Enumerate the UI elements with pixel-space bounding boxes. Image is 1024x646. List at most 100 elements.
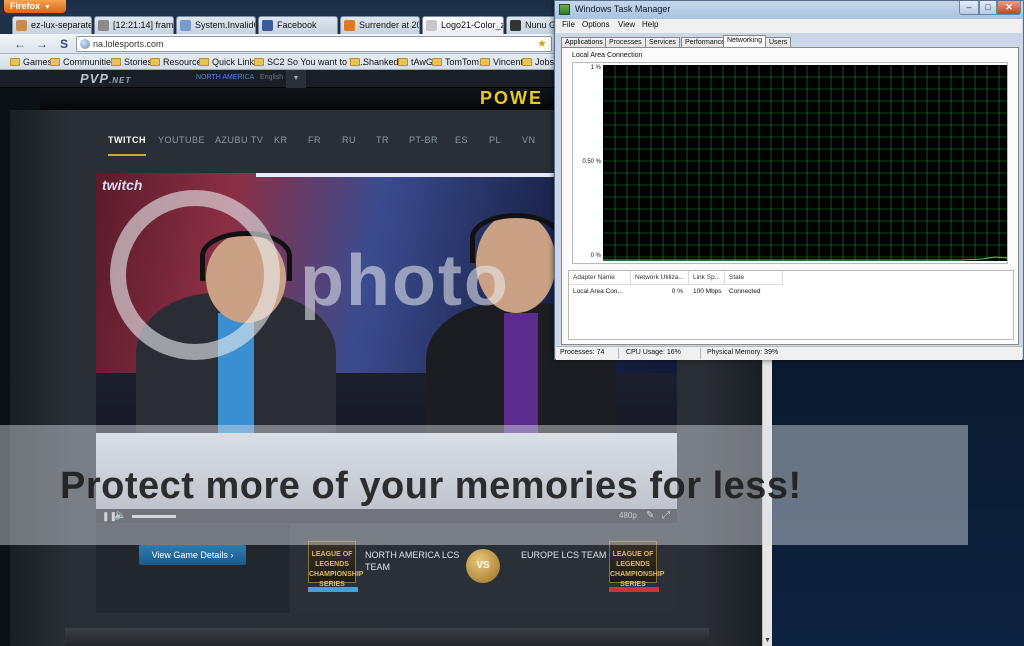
menu-options[interactable]: Options <box>582 20 610 29</box>
team-left-color-bar <box>308 587 358 592</box>
browser-tab[interactable]: Surrender at 20: [ ... <box>340 16 420 34</box>
caster-shirt <box>504 313 538 433</box>
tab-azubu[interactable]: AZUBU TV <box>215 124 263 156</box>
browser-tab-active[interactable]: Logo21-Color_zps... <box>422 16 504 34</box>
tab-ru[interactable]: RU <box>342 124 356 156</box>
folder-icon <box>350 58 360 66</box>
y-label-min: 0 % <box>590 253 601 259</box>
twitch-logo: twitch <box>102 177 143 193</box>
watermark-brand: photo <box>300 241 510 321</box>
bookmark-folder[interactable]: ShankedS <box>350 55 405 69</box>
y-label-max: 1 % <box>590 65 601 71</box>
column-state[interactable]: State <box>725 271 783 285</box>
bookmark-star-icon[interactable]: ★ <box>537 37 547 51</box>
tab-youtube[interactable]: YOUTUBE <box>158 124 205 156</box>
tab-favicon-icon <box>510 20 521 31</box>
folder-icon <box>111 58 121 66</box>
task-manager-status-bar: Processes: 74 CPU Usage: 16% Physical Me… <box>556 346 1022 360</box>
pvp-logo[interactable]: PVP.NET <box>80 71 131 86</box>
bookmark-folder[interactable]: Quick Links <box>199 55 259 69</box>
bookmark-folder[interactable]: Games <box>10 55 52 69</box>
tab-tr[interactable]: TR <box>376 124 389 156</box>
status-processes: Processes: 74 <box>560 349 605 356</box>
photobucket-logo-icon <box>110 190 280 360</box>
task-manager-title-bar[interactable]: Windows Task Manager – □ ✕ <box>555 1 1023 19</box>
team-left-name: NORTH AMERICA LCS TEAM <box>365 550 460 572</box>
bookmark-folder[interactable]: Stories <box>111 55 152 69</box>
menu-view[interactable]: View <box>618 20 635 29</box>
forward-arrow-icon[interactable]: → <box>34 36 50 52</box>
column-adapter-name[interactable]: Adapter Name <box>569 271 631 285</box>
region-selector[interactable]: NORTH AMERICA · English <box>196 74 283 81</box>
bookmark-folder[interactable]: Communities <box>50 55 116 69</box>
chevron-down-icon: ▼ <box>44 4 51 11</box>
site-identity-icon[interactable]: S <box>56 36 72 52</box>
task-manager-menubar: File Options View Help <box>556 19 1022 33</box>
network-utilization-graph <box>603 65 1007 261</box>
lcs-logo-text: LEAGUE OF LEGENDS CHAMPIONSHIP SERIES <box>309 551 364 588</box>
graph-grid <box>603 65 1007 261</box>
adapter-list: Adapter Name Network Utiliza... Link Sp.… <box>568 270 1014 340</box>
tab-vn[interactable]: VN <box>522 124 536 156</box>
vs-badge: VS <box>466 549 500 583</box>
bookmark-label: Quick Links <box>212 57 259 67</box>
tab-fr[interactable]: FR <box>308 124 321 156</box>
browser-tab[interactable]: Facebook <box>258 16 338 34</box>
state-cell: Connected <box>729 288 761 295</box>
browser-tab[interactable]: System.InvalidOp... <box>176 16 256 34</box>
folder-icon <box>50 58 60 66</box>
watermark-text: Protect more of your memories for less! <box>60 465 802 507</box>
bookmark-folder[interactable]: Jobs <box>522 55 554 69</box>
url-bar[interactable]: na.lolesports.com ★ <box>76 36 552 52</box>
tab-pl[interactable]: PL <box>489 124 501 156</box>
lcs-logo-text: LEAGUE OF LEGENDS CHAMPIONSHIP SERIES <box>610 551 665 588</box>
bookmark-folder[interactable]: SC2 So You want to W... <box>254 55 365 69</box>
tab-favicon-icon <box>16 20 27 31</box>
tab-favicon-icon <box>180 20 191 31</box>
folder-icon <box>254 58 264 66</box>
bookmark-folder[interactable]: Vincent <box>480 55 523 69</box>
logo-suffix: .NET <box>109 76 132 85</box>
tab-es[interactable]: ES <box>455 124 468 156</box>
minimize-button[interactable]: – <box>959 1 979 15</box>
tab-pt-br[interactable]: PT-BR <box>409 124 438 156</box>
chevron-down-icon[interactable]: ▼ <box>286 70 306 88</box>
browser-tab-label: System.InvalidOp... <box>195 20 255 30</box>
status-memory: Physical Memory: 39% <box>707 349 779 356</box>
utilization-line <box>603 256 1007 261</box>
task-manager-window: Windows Task Manager – □ ✕ File Options … <box>554 0 1024 360</box>
folder-icon <box>432 58 442 66</box>
view-game-details-button[interactable]: View Game Details › <box>139 545 246 565</box>
tab-twitch[interactable]: TWITCH <box>108 124 146 156</box>
browser-tab[interactable]: Nunu Gui <box>506 16 558 34</box>
adapter-name-cell[interactable]: Local Area Con... <box>569 286 631 298</box>
folder-icon <box>398 58 408 66</box>
menu-help[interactable]: Help <box>642 20 658 29</box>
task-manager-tabs: Applications Processes Services Performa… <box>561 35 1021 48</box>
firefox-menu-button[interactable]: Firefox ▼ <box>4 0 66 13</box>
bookmark-folder[interactable]: Resources <box>150 55 206 69</box>
team-right-name: EUROPE LCS TEAM <box>521 550 607 560</box>
status-separator <box>618 348 619 359</box>
close-button[interactable]: ✕ <box>997 1 1021 15</box>
task-manager-icon <box>559 4 570 15</box>
bookmark-folder[interactable]: TomTom <box>432 55 479 69</box>
bookmark-folder[interactable]: tAwG <box>398 55 433 69</box>
browser-tab[interactable]: ez-lux-separate.jp... <box>12 16 92 34</box>
maximize-button[interactable]: □ <box>979 1 997 15</box>
bookmark-label: Stories <box>124 57 153 67</box>
column-network-utilization[interactable]: Network Utiliza... <box>631 271 689 285</box>
bookmark-label: Vincent <box>493 57 523 67</box>
facebook-icon <box>262 20 273 31</box>
back-arrow-icon[interactable]: ← <box>12 36 28 52</box>
window-title: Windows Task Manager <box>575 4 671 14</box>
menu-file[interactable]: File <box>562 20 575 29</box>
bottom-strip <box>65 628 709 646</box>
browser-tab[interactable]: [12:21:14] frame=... <box>94 16 174 34</box>
url-text: na.lolesports.com <box>93 39 164 49</box>
networking-panel: Local Area Connection 1 % 0.50 % 0 % Ada… <box>561 47 1019 345</box>
tab-kr[interactable]: KR <box>274 124 288 156</box>
column-link-speed[interactable]: Link Sp... <box>689 271 725 285</box>
scroll-down-icon[interactable]: ▼ <box>764 637 771 644</box>
region-label: NORTH AMERICA <box>196 74 254 81</box>
